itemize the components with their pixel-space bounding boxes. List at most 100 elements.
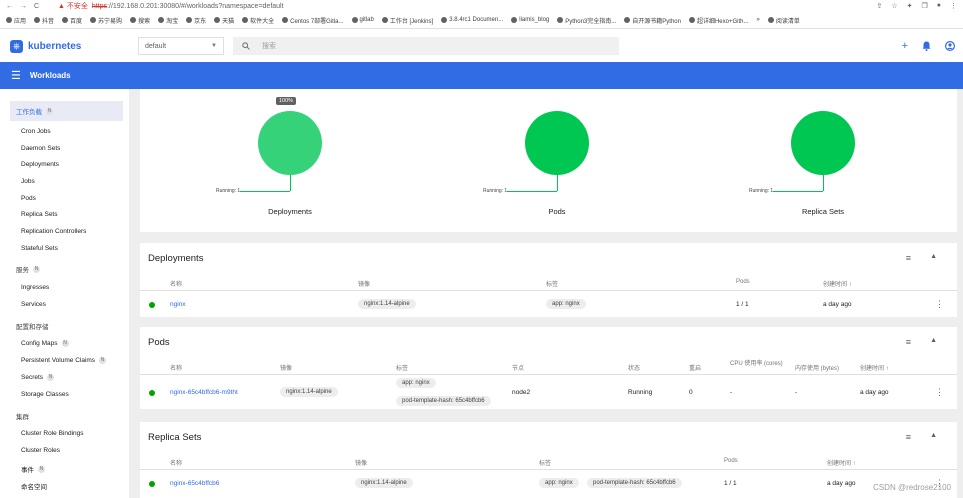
- col-labels[interactable]: 标签: [539, 458, 551, 467]
- bookmark-item[interactable]: Centos 7部署Gitla...: [282, 16, 344, 25]
- sidebar-item-8[interactable]: Stateful Sets: [21, 245, 58, 252]
- bookmark-icon: [767, 17, 774, 23]
- sidebar-item-21[interactable]: 命名空间: [21, 481, 47, 491]
- filter-icon[interactable]: ≡: [906, 253, 911, 263]
- sidebar-item-6[interactable]: Replica Sets: [21, 211, 58, 218]
- insecure-warning[interactable]: ▲ 不安全: [58, 1, 88, 11]
- bookmark-item[interactable]: 3.8.4rc1 Documen...: [441, 17, 503, 23]
- chart-slice-running[interactable]: [791, 111, 855, 175]
- back-icon[interactable]: ←: [6, 3, 13, 10]
- main-content: 100% Running: 1 Deployments Running: 1 Pods R…: [130, 89, 963, 498]
- menu-icon[interactable]: ☰: [11, 69, 21, 82]
- sidebar-item-4[interactable]: Jobs: [21, 178, 35, 185]
- bookmark-item[interactable]: 京东: [186, 16, 206, 25]
- sidebar-item-11[interactable]: Services: [21, 301, 46, 308]
- col-name[interactable]: 名称: [170, 458, 182, 467]
- forward-icon[interactable]: →: [20, 3, 27, 10]
- chart-leader-line: [507, 191, 557, 192]
- search-input[interactable]: 搜索: [233, 37, 619, 55]
- sidebar-item-9[interactable]: 服务 N: [16, 264, 40, 274]
- add-icon[interactable]: +: [902, 40, 908, 52]
- col-name[interactable]: 名称: [170, 279, 182, 288]
- bookmark-item[interactable]: gitlab: [351, 17, 374, 23]
- sidebar-item-16[interactable]: Storage Classes: [21, 391, 69, 398]
- col-pods[interactable]: Pods: [736, 279, 750, 285]
- sidebar-item-0[interactable]: 工作负载 N: [10, 101, 123, 121]
- reload-icon[interactable]: C: [34, 3, 39, 10]
- bookmark-item[interactable]: Python3完全指南...: [557, 16, 616, 25]
- namespace-select[interactable]: default ▼: [138, 37, 224, 55]
- url-field[interactable]: https://192.168.0.201:30080/#/workloads?…: [92, 3, 284, 10]
- bookmark-item[interactable]: liamis_blog: [511, 17, 549, 23]
- sidebar-item-20[interactable]: 事件 N: [21, 464, 45, 474]
- col-node[interactable]: 节点: [512, 363, 524, 372]
- sidebar-item-18[interactable]: Cluster Role Bindings: [21, 430, 84, 437]
- extension-icon[interactable]: ✦: [907, 2, 913, 10]
- bookmark-item[interactable]: 天猫: [214, 16, 234, 25]
- chart-slice-running[interactable]: [258, 111, 322, 175]
- col-image[interactable]: 镜像: [355, 458, 367, 467]
- collapse-icon[interactable]: ▲: [930, 337, 937, 344]
- filter-icon[interactable]: ≡: [906, 337, 911, 347]
- sidebar-item-13[interactable]: Config Maps N: [21, 340, 69, 347]
- col-status[interactable]: 状态: [628, 363, 640, 372]
- bookmark-label: »: [756, 17, 760, 23]
- image-chip: nginx:1.14-alpine: [355, 478, 413, 488]
- bookmark-item[interactable]: 苏宁易购: [90, 16, 122, 25]
- collapse-icon[interactable]: ▲: [930, 432, 937, 439]
- chart-data-label: Running: 1: [749, 188, 774, 194]
- bookmark-item[interactable]: 自开源书籍Python: [624, 16, 681, 25]
- brand-logo[interactable]: ⎈ kubernetes: [10, 39, 138, 53]
- col-cpu[interactable]: CPU 使用率 (cores): [730, 358, 786, 367]
- bookmark-item[interactable]: 超详细Hexo+Gith...: [688, 16, 749, 25]
- bookmark-icon[interactable]: ❒: [921, 2, 927, 10]
- share-icon[interactable]: ⇪: [876, 2, 882, 10]
- col-created[interactable]: 创建时间 ↑: [827, 458, 856, 467]
- pod-name-link[interactable]: nginx-65c4bffcb6-m9tht: [170, 389, 238, 396]
- filter-icon[interactable]: ≡: [906, 432, 911, 442]
- col-image[interactable]: 镜像: [280, 363, 292, 372]
- bookmark-item[interactable]: 百度: [62, 16, 82, 25]
- account-icon[interactable]: [945, 41, 955, 51]
- bookmark-item[interactable]: 软件大全: [242, 16, 274, 25]
- col-labels[interactable]: 标签: [546, 279, 558, 288]
- bookmark-item[interactable]: 工作台 [Jenkins]: [381, 16, 433, 25]
- sidebar-item-19[interactable]: Cluster Roles: [21, 447, 60, 454]
- more-actions-icon[interactable]: ⋮: [935, 387, 944, 398]
- col-pods[interactable]: Pods: [724, 458, 738, 464]
- chart-slice-running[interactable]: [525, 111, 589, 175]
- collapse-icon[interactable]: ▲: [930, 253, 937, 260]
- bookmark-item[interactable]: 阅读清单: [767, 16, 800, 25]
- col-image[interactable]: 镜像: [358, 279, 370, 288]
- replicaset-name-link[interactable]: nginx-65c4bffcb6: [170, 480, 219, 487]
- sidebar-item-3[interactable]: Deployments: [21, 161, 59, 168]
- sidebar-item-7[interactable]: Replication Controllers: [21, 228, 86, 235]
- col-memory[interactable]: 内存使用 (bytes): [795, 363, 839, 372]
- bookmark-item[interactable]: 搜索: [130, 16, 150, 25]
- sidebar-item-15[interactable]: Secrets N: [21, 374, 55, 381]
- bookmark-item[interactable]: »: [757, 17, 760, 23]
- bookmark-item[interactable]: 应用: [6, 16, 26, 25]
- sidebar-item-5[interactable]: Pods: [21, 195, 36, 202]
- bookmark-item[interactable]: 淘宝: [158, 16, 178, 25]
- menu-icon[interactable]: ⋮: [950, 2, 957, 10]
- sidebar-item-2[interactable]: Daemon Sets: [21, 145, 60, 152]
- star-icon[interactable]: ☆: [891, 2, 897, 10]
- col-labels[interactable]: 标签: [396, 363, 408, 372]
- bookmark-icon: [242, 17, 249, 23]
- col-name[interactable]: 名称: [170, 363, 182, 372]
- sidebar-item-1[interactable]: Cron Jobs: [21, 128, 51, 135]
- sidebar-item-14[interactable]: Persistent Volume Claims N: [21, 357, 107, 364]
- sidebar-item-10[interactable]: Ingresses: [21, 284, 49, 291]
- bookmark-label: 京东: [194, 18, 207, 25]
- col-created[interactable]: 创建时间 ↑: [823, 279, 852, 288]
- sidebar-item-17[interactable]: 集群: [16, 411, 29, 421]
- col-restarts[interactable]: 重启: [689, 363, 701, 372]
- col-created[interactable]: 创建时间 ↑: [860, 363, 889, 372]
- more-actions-icon[interactable]: ⋮: [935, 299, 944, 310]
- bell-icon[interactable]: [922, 41, 931, 51]
- deployment-name-link[interactable]: nginx: [170, 301, 186, 308]
- profile-icon[interactable]: ●: [937, 2, 941, 10]
- sidebar-item-12[interactable]: 配置和存储: [16, 321, 49, 331]
- bookmark-item[interactable]: 抖音: [34, 16, 54, 25]
